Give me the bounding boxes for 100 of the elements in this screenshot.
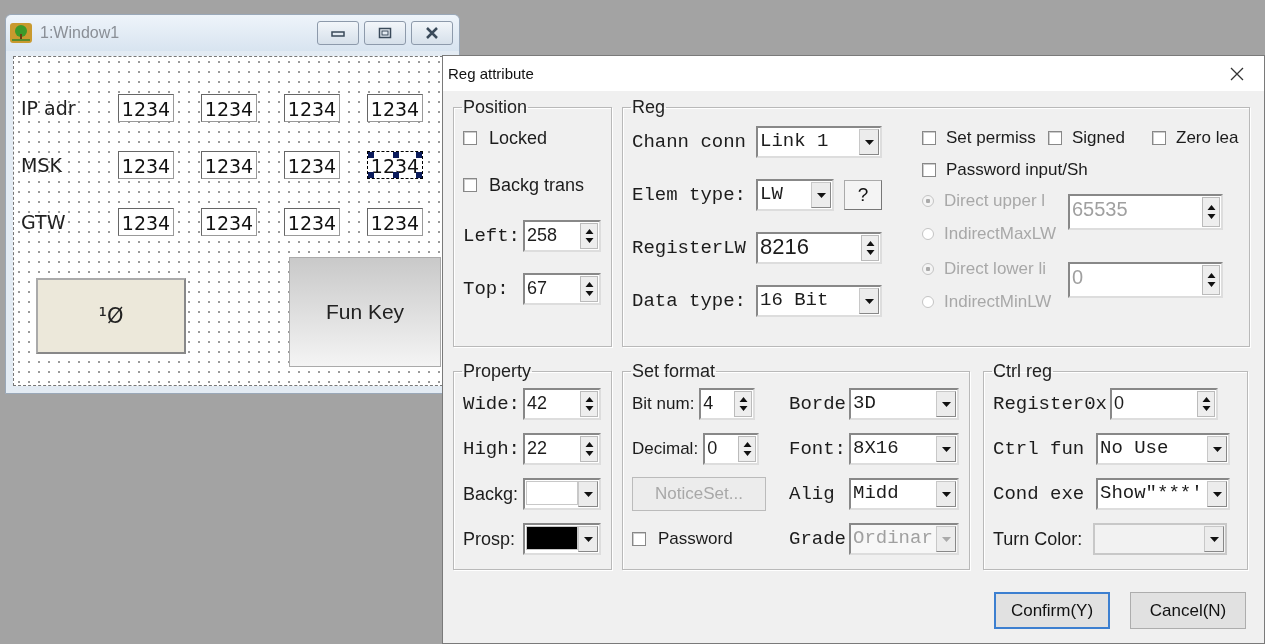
number-field[interactable]: 1234 [284,151,340,179]
field-label: Alig [789,483,836,505]
checkbox[interactable] [463,131,477,145]
spin-buttons[interactable] [738,436,757,462]
dropdown-button[interactable] [811,182,831,208]
spin-field[interactable]: 67 [523,273,601,305]
field-label: Data type: [632,290,748,312]
dropdown-button[interactable] [936,481,956,507]
spin-field[interactable]: 0 [703,433,760,465]
help-button[interactable]: ? [844,180,882,210]
dropdown[interactable]: No Use [1096,433,1230,465]
dropdown[interactable]: Link 1 [756,126,882,158]
checkbox-label: Locked [489,127,548,149]
field-label: RegisterLW [632,237,748,259]
cancel-button[interactable]: Cancel(N) [1130,592,1246,629]
checkbox[interactable] [1048,131,1062,145]
dropdown[interactable]: 3D [849,388,959,420]
up-down-arrows-icon [584,395,594,413]
spin-field[interactable]: 4 [699,388,756,420]
spin-field[interactable]: 22 [523,433,601,465]
caret-icon [864,298,874,304]
checkbox[interactable] [1152,131,1166,145]
up-down-arrows-icon [584,227,594,245]
caret-icon [941,446,951,452]
dropdown-button[interactable] [578,481,598,507]
dropdown-button[interactable] [859,288,879,314]
dropdown-button[interactable] [936,436,956,462]
checkbox[interactable] [463,178,477,192]
up-down-arrows-icon [738,395,748,413]
spin-buttons[interactable] [734,391,753,417]
field-label: GTW [20,211,67,233]
up-down-arrows-icon [1201,395,1211,413]
group-title: Ctrl reg [992,361,1053,382]
number-field[interactable]: 1234 [284,208,340,236]
checkbox-label: Password input/Sh [946,160,1088,180]
close-icon [424,27,440,39]
spin-field[interactable]: 42 [523,388,601,420]
checkbox[interactable] [922,131,936,145]
field-label: Cond exe [993,483,1086,505]
up-down-arrows-icon [742,440,752,458]
spin-field[interactable]: 258 [523,220,601,252]
checkbox[interactable] [922,163,936,177]
checkbox-label: Password [658,529,733,549]
bit-lamp-button[interactable]: ¹Ø [36,278,186,354]
group-title: Set format [631,361,717,382]
dropdown-button[interactable] [578,526,598,552]
caret-icon [1209,536,1219,542]
minimize-button[interactable] [317,21,359,45]
caret-icon [1212,446,1222,452]
dropdown-button[interactable] [1207,481,1227,507]
spin-buttons[interactable] [580,436,598,462]
group-title: Position [462,97,529,118]
dropdown[interactable]: Show"***' [1096,478,1230,510]
dropdown[interactable]: 16 Bit [756,285,882,317]
number-field[interactable]: 1234 [367,94,423,122]
radio-label: Direct upper l [944,190,1046,211]
field-label: Chann conn [632,131,748,153]
group-title: Reg [631,97,667,118]
function-key-button[interactable]: Fun Key [289,257,441,367]
number-field[interactable]: 1234 [118,208,174,236]
tree-icon [10,23,32,43]
color-dropdown[interactable] [523,478,601,510]
close-button[interactable] [411,21,453,45]
checkbox-label: Backg trans [489,174,585,196]
dropdown[interactable]: LW [756,179,834,211]
field-label: High: [463,438,521,460]
number-field[interactable]: 1234 [367,151,423,179]
spin-buttons[interactable] [580,276,598,302]
number-field[interactable]: 1234 [201,151,257,179]
number-field[interactable]: 1234 [118,94,174,122]
spin-buttons[interactable] [580,223,598,249]
maximize-button[interactable] [364,21,406,45]
caret-icon [941,491,951,497]
checkbox[interactable] [632,532,646,546]
spin-field[interactable]: 8216 [756,232,882,264]
spin-buttons[interactable] [580,391,598,417]
field-label: Left: [463,225,521,247]
maximize-icon [378,27,392,39]
dropdown-button[interactable] [936,391,956,417]
radio-label: IndirectMaxLW [944,223,1057,244]
field-label: Bit num: [632,394,695,414]
close-icon[interactable] [1230,66,1244,81]
number-field[interactable]: 1234 [118,151,174,179]
color-dropdown[interactable] [523,523,601,555]
number-field[interactable]: 1234 [284,94,340,122]
dropdown[interactable]: 8X16 [849,433,959,465]
dropdown-button[interactable] [859,129,879,155]
dropdown[interactable]: Midd [849,478,959,510]
radio-label: IndirectMinLW [944,291,1052,312]
field-label: Backg: [463,483,520,505]
number-field[interactable]: 1234 [367,208,423,236]
number-field[interactable]: 1234 [201,94,257,122]
dialog-title: Reg attribute [448,65,534,82]
spin-field[interactable]: 0 [1110,388,1219,420]
dropdown-button[interactable] [1207,436,1227,462]
spin-buttons[interactable] [1197,391,1216,417]
number-field[interactable]: 1234 [201,208,257,236]
checkbox-label: Signed [1072,128,1125,148]
spin-buttons[interactable] [861,235,879,261]
confirm-button[interactable]: Confirm(Y) [994,592,1110,629]
